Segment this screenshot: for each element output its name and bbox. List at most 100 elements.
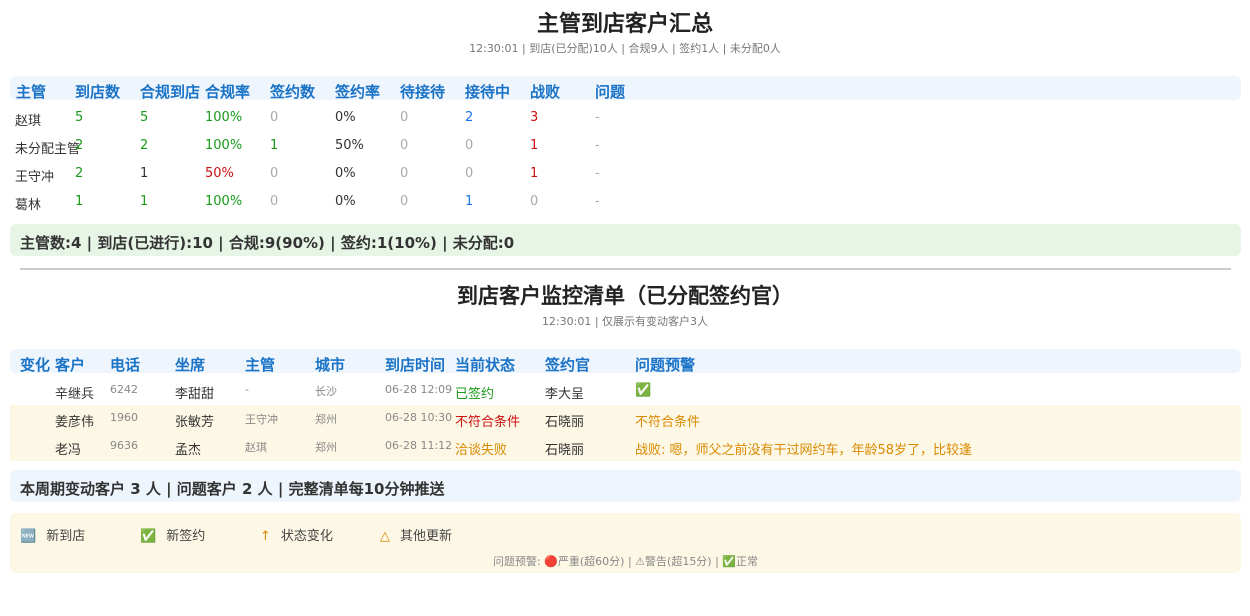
arrow-up-icon: ↑ [260, 529, 271, 544]
col-header: 待接待 [400, 83, 446, 101]
arrival-time: 06-28 11:12 [385, 439, 453, 452]
summary-title: 主管到店客户汇总 [536, 12, 713, 37]
status: 已签约 [455, 387, 495, 402]
col-header: 城市 [315, 356, 346, 374]
col-header: 主管 [245, 356, 276, 374]
legend-panel: 🆕 新到店 ✅ 新签约 ↑ 状态变化 △ 其他更新 问题预警: 🔴严重(超60分) | … [10, 513, 1241, 573]
sign-rate: 50% [335, 138, 364, 153]
city: 郑州 [315, 413, 337, 426]
warning: 战败: 嗯，师父之前没有干过网约车，年龄58岁了，比较逢 [635, 443, 973, 458]
legend-label: 新签约 [166, 529, 206, 544]
supervisor: 王守冲 [245, 413, 278, 426]
legend-footnote: 问题预警: 🔴严重(超60分) | ⚠警告(超15分) | ✅正常 [492, 555, 758, 568]
rate: 100% [205, 138, 243, 153]
visits: 2 [75, 138, 84, 153]
col-header: 电话 [110, 356, 141, 374]
signed: 0 [270, 194, 279, 209]
waiting: 0 [400, 110, 409, 125]
rate: 100% [205, 194, 243, 209]
check-icon: ✅ [140, 529, 157, 544]
lost: 0 [530, 194, 539, 209]
triangle-icon: △ [380, 529, 390, 544]
issue: - [595, 138, 600, 153]
col-header: 问题 [595, 83, 626, 101]
agent: 孟杰 [175, 443, 202, 458]
sign-rate: 0% [335, 194, 356, 209]
supervisor-name: 葛林 [15, 198, 42, 213]
legend-item-status-change: ↑ 状态变化 [260, 525, 333, 544]
legend-item-other-update: △ 其他更新 [380, 525, 452, 544]
lost: 1 [530, 138, 539, 153]
col-header: 主管 [16, 83, 47, 101]
issue: - [595, 166, 600, 181]
officer: 石晓丽 [545, 443, 585, 458]
col-header: 接待中 [465, 83, 511, 101]
agent: 张敏芳 [175, 415, 215, 430]
arrival-time: 06-28 10:30 [385, 411, 453, 424]
customer-name: 辛继兵 [55, 387, 95, 402]
new-icon: 🆕 [20, 529, 37, 544]
supervisor-name: 赵琪 [15, 114, 42, 129]
col-header: 签约数 [270, 83, 316, 101]
serving: 0 [465, 138, 474, 153]
compliant: 5 [140, 110, 149, 125]
summary-totals: 主管数:4 | 到店(已进行):10 | 合规:9(90%) | 签约:1(10… [20, 234, 515, 252]
check-icon: ✅ [635, 383, 652, 398]
lost: 1 [530, 166, 539, 181]
visits: 5 [75, 110, 84, 125]
waiting: 0 [400, 194, 409, 209]
col-header: 当前状态 [455, 356, 516, 374]
serving: 1 [465, 194, 474, 209]
signed: 1 [270, 138, 279, 153]
phone: 1960 [110, 411, 138, 424]
monitor-table-header: 变化 客户 电话 坐席 主管 城市 到店时间 当前状态 签约官 问题预警 [10, 349, 1241, 374]
phone: 6242 [110, 383, 138, 396]
legend-item-new-arrival: 🆕 新到店 [20, 525, 85, 544]
compliant: 2 [140, 138, 149, 153]
col-header: 战败 [530, 83, 561, 101]
sign-rate: 0% [335, 166, 356, 181]
officer: 石晓丽 [545, 415, 585, 430]
summary-table-header: 主管 到店数 合规到店 合规率 签约数 签约率 待接待 接待中 战败 问题 [10, 76, 1241, 101]
monitor-totals: 本周期变动客户 3 人 | 问题客户 2 人 | 完整清单每10分钟推送 [20, 480, 445, 498]
col-header: 到店时间 [385, 356, 446, 374]
supervisor: 赵琪 [245, 441, 267, 454]
waiting: 0 [400, 138, 409, 153]
status: 洽谈失败 [455, 443, 508, 458]
supervisor-name: 王守冲 [15, 170, 55, 185]
lost: 3 [530, 110, 539, 125]
col-header: 合规率 [205, 83, 251, 101]
agent: 李甜甜 [175, 387, 215, 402]
monitor-totals-bar: 本周期变动客户 3 人 | 问题客户 2 人 | 完整清单每10分钟推送 [10, 470, 1241, 502]
issue: - [595, 194, 600, 209]
legend-label: 其他更新 [400, 529, 453, 544]
visits: 1 [75, 194, 84, 209]
rate: 50% [205, 166, 234, 181]
col-header: 客户 [55, 356, 86, 374]
summary-totals-bar: 主管数:4 | 到店(已进行):10 | 合规:9(90%) | 签约:1(10… [10, 224, 1241, 256]
legend-label: 状态变化 [280, 529, 333, 544]
col-header: 签约官 [545, 356, 591, 374]
legend-label: 新到店 [46, 529, 86, 544]
signed: 0 [270, 110, 279, 125]
customer-name: 姜彦伟 [55, 415, 95, 430]
waiting: 0 [400, 166, 409, 181]
status: 不符合条件 [455, 415, 521, 430]
col-header: 变化 [20, 356, 51, 374]
city: 长沙 [315, 385, 337, 398]
visits: 2 [75, 166, 84, 181]
col-header: 问题预警 [635, 356, 696, 374]
city: 郑州 [315, 441, 337, 454]
arrival-time: 06-28 12:09 [385, 383, 453, 396]
serving: 2 [465, 110, 474, 125]
customer-name: 老冯 [55, 443, 82, 458]
rate: 100% [205, 110, 243, 125]
signed: 0 [270, 166, 279, 181]
col-header: 合规到店 [140, 83, 201, 101]
legend-item-new-signed: ✅ 新签约 [140, 525, 205, 544]
compliant: 1 [140, 194, 149, 209]
supervisor-name: 未分配主管 [15, 142, 81, 157]
phone: 9636 [110, 439, 138, 452]
issue: - [595, 110, 600, 125]
summary-subtitle: 12:30:01 | 到店(已分配)10人 | 合规9人 | 签约1人 | 未分… [469, 42, 781, 55]
